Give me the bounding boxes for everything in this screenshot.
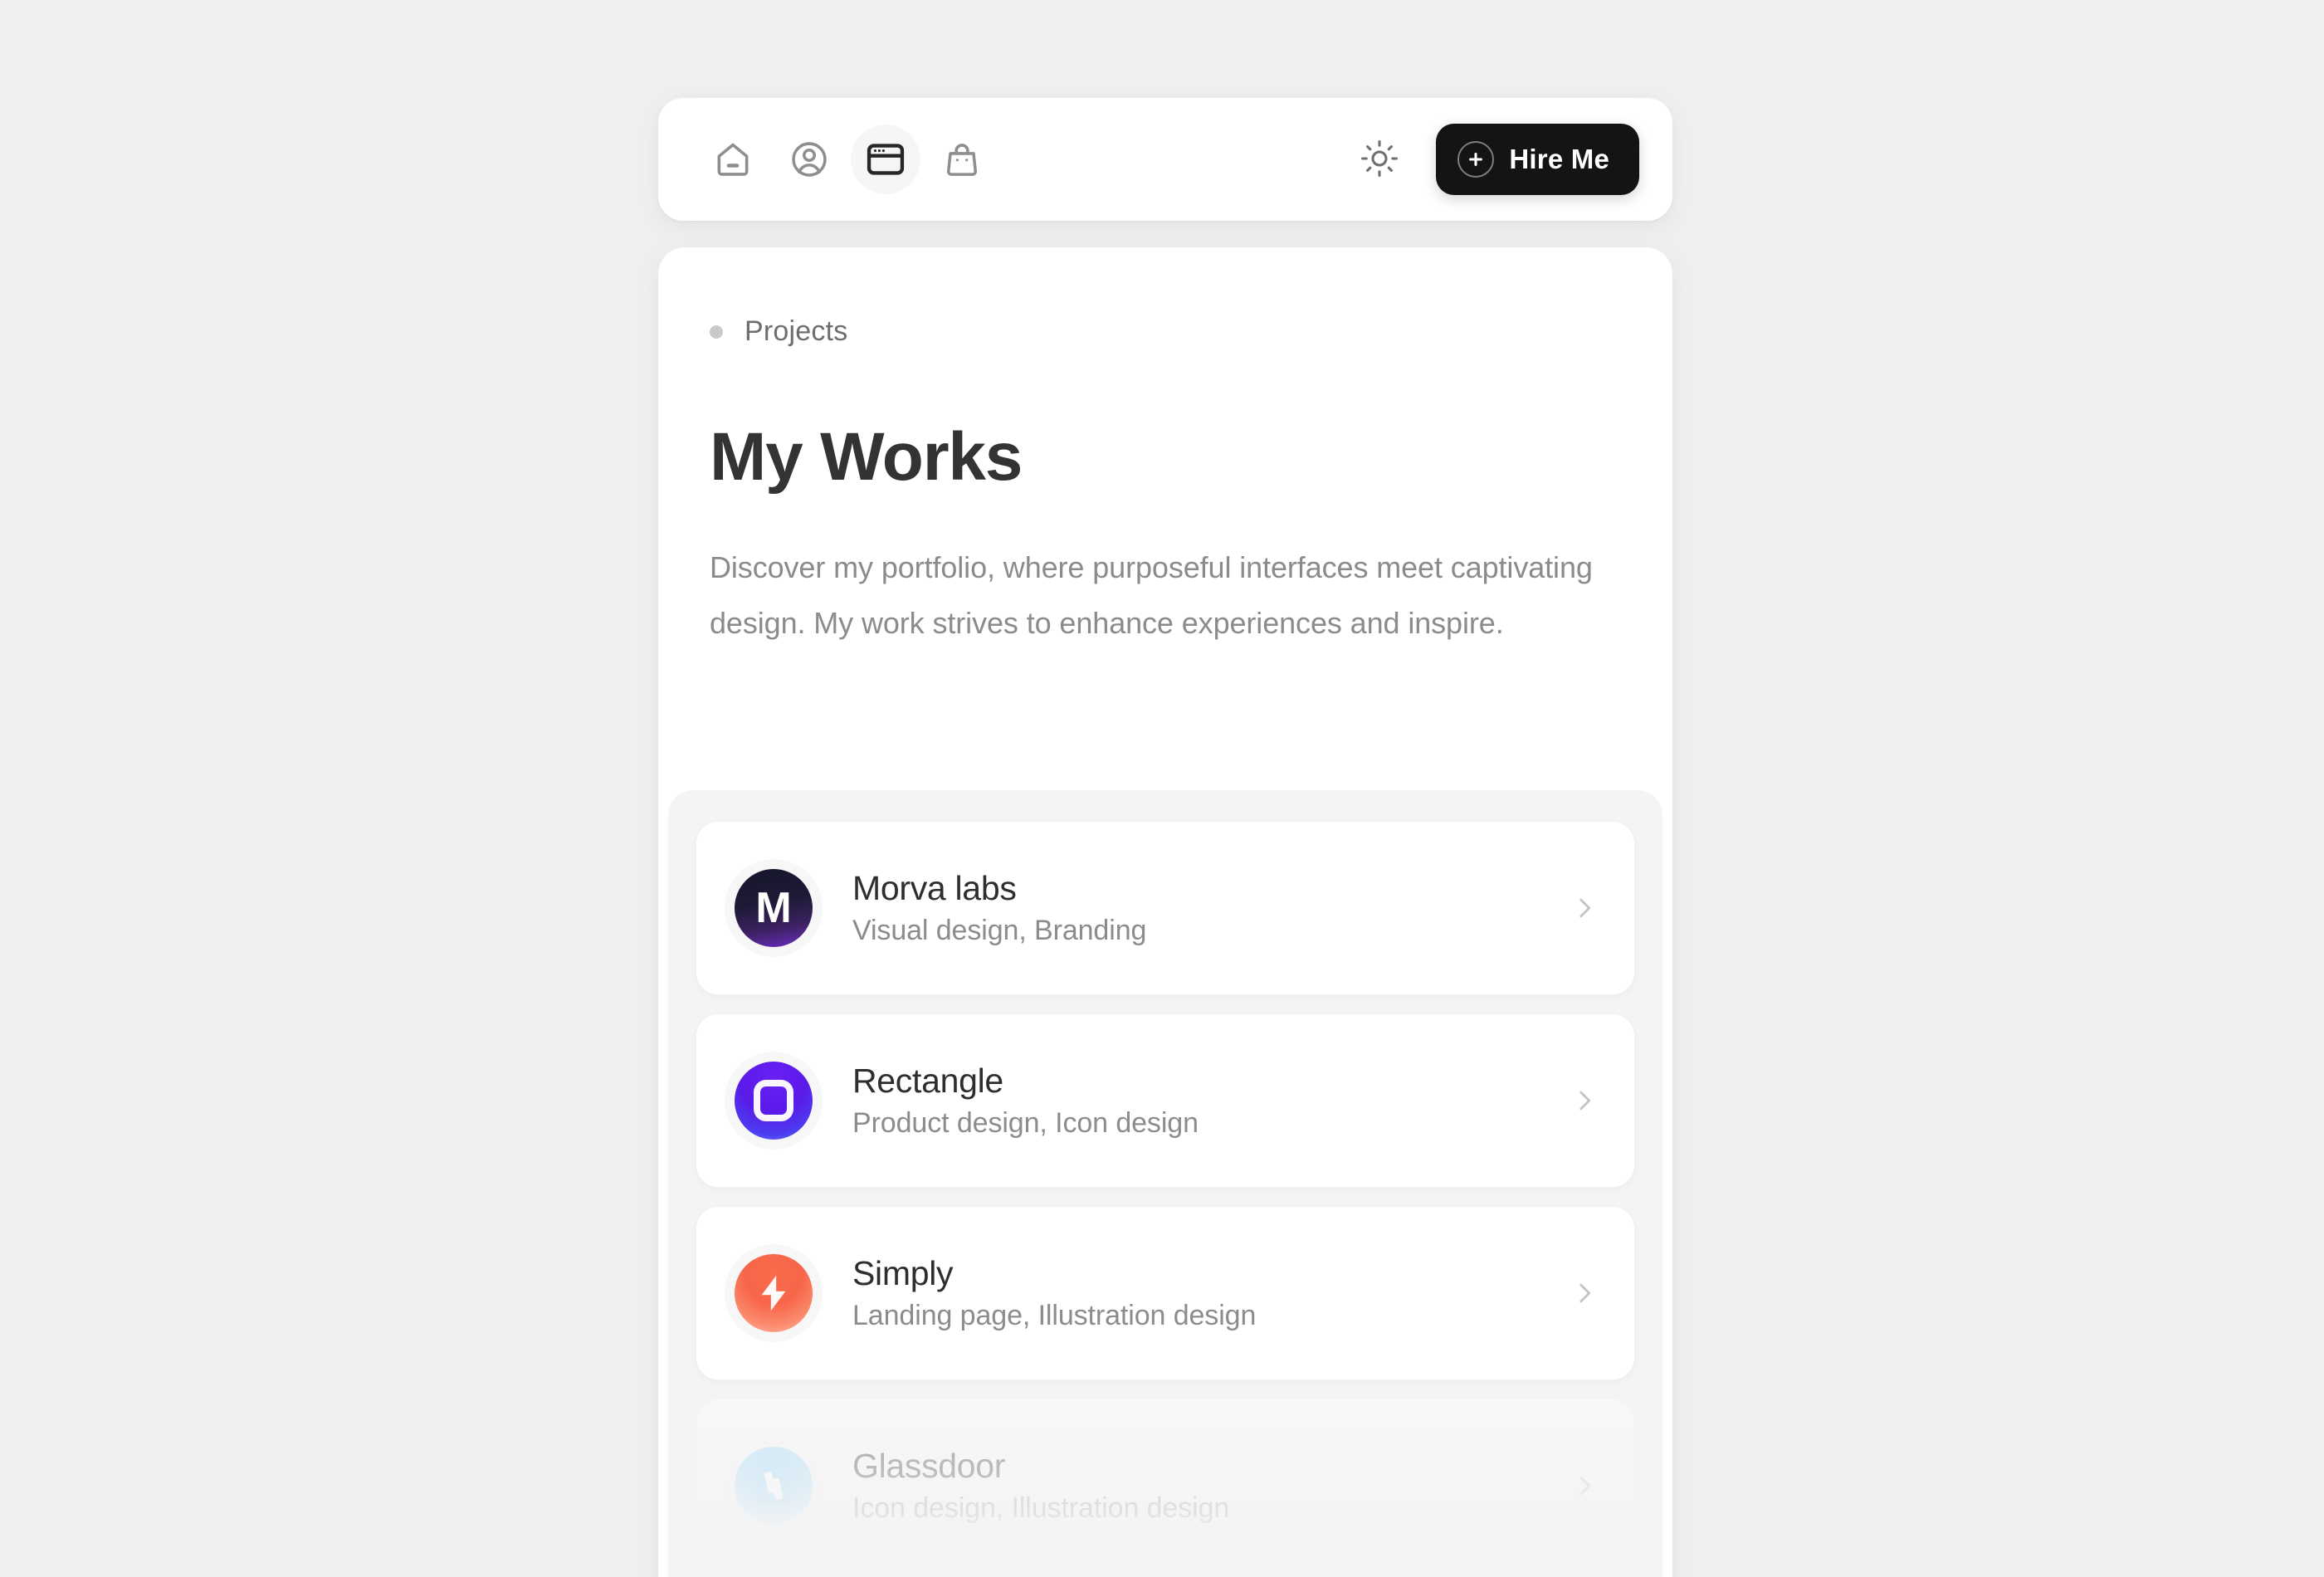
projects-panel: M Morva labs Visual design, Branding Rec… [668,790,1662,1577]
rounded-square-avatar [735,1062,813,1140]
bars-glyph [764,1472,784,1500]
glassdoor-bars-avatar [735,1447,813,1525]
top-navigation-bar: Hire Me [658,98,1672,221]
lightning-bolt-avatar [735,1254,813,1332]
avatar-ring [725,1244,823,1342]
chevron-right-icon[interactable] [1566,1275,1603,1311]
project-card-simply[interactable]: Simply Landing page, Illustration design [696,1207,1634,1379]
shopping-bag-icon [941,139,983,180]
project-text: Morva labs Visual design, Branding [852,868,1147,946]
theme-toggle-button[interactable] [1348,128,1411,191]
project-text: Simply Landing page, Illustration design [852,1253,1257,1331]
project-text: Rectangle Product design, Icon design [852,1061,1199,1139]
project-tags: Icon design, Illustration design [852,1492,1230,1524]
nav-actions: Hire Me [1348,124,1639,195]
home-icon [712,139,754,180]
breadcrumb-label: Projects [745,315,848,347]
nav-icon-group [698,124,997,194]
nav-item-about[interactable] [774,124,844,194]
hire-me-label: Hire Me [1509,144,1609,174]
avatar-ring [725,1052,823,1150]
project-card-glassdoor[interactable]: Glassdoor Icon design, Illustration desi… [696,1399,1634,1572]
page-title: My Works [710,419,1023,495]
project-tags: Visual design, Branding [852,914,1147,946]
project-text: Glassdoor Icon design, Illustration desi… [852,1448,1229,1524]
project-tags: Landing page, Illustration design [852,1299,1257,1331]
chevron-right-icon[interactable] [1566,890,1603,926]
chevron-right-icon[interactable] [1566,1082,1603,1119]
user-icon [788,139,830,180]
page-description: Discover my portfolio, where purposeful … [710,550,1593,640]
avatar-letter: M [755,884,792,932]
project-tags: Product design, Icon design [852,1106,1199,1139]
avatar-ring: M [725,859,823,957]
project-card-morva-labs[interactable]: M Morva labs Visual design, Branding [696,822,1634,994]
bolt-glyph [761,1275,786,1311]
project-card-rectangle[interactable]: Rectangle Product design, Icon design [696,1014,1634,1187]
plus-circle-icon [1457,141,1495,178]
app-root: Hire Me Projects My Works Discover my po… [0,0,2324,1577]
project-name: Morva labs [852,868,1017,907]
letter-m-avatar: M [735,869,813,947]
nav-item-shop[interactable] [927,124,997,194]
project-name: Simply [852,1253,954,1292]
breadcrumb: Projects [710,315,847,348]
project-name: Glassdoor [852,1446,1006,1485]
breadcrumb-dot-icon [710,325,723,339]
nav-item-projects[interactable] [851,124,920,194]
avatar-ring [725,1437,823,1535]
works-content-card: Projects My Works Discover my portfolio,… [658,247,1672,1577]
chevron-right-icon[interactable] [1566,1467,1603,1504]
browser-window-icon [864,138,907,181]
project-name: Rectangle [852,1061,1003,1100]
nav-item-home[interactable] [698,124,768,194]
hire-me-button[interactable]: Hire Me [1436,124,1639,195]
avatar-shape [754,1080,793,1121]
sun-icon [1360,139,1399,181]
